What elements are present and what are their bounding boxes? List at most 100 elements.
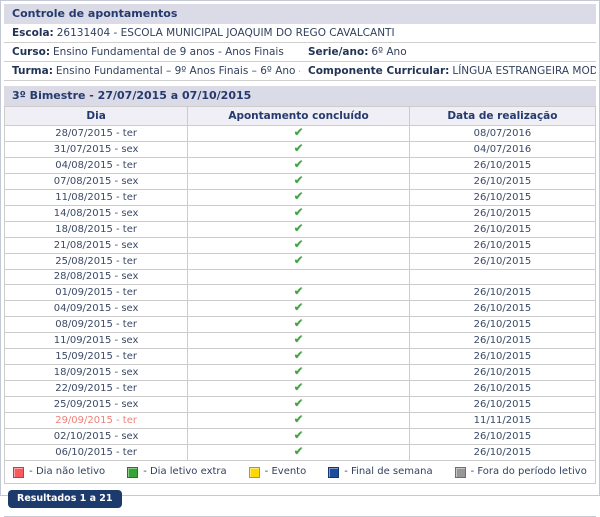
escola-value: 26131404 - ESCOLA MUNICIPAL JOAQUIM DO R… bbox=[57, 27, 395, 39]
status-cell: ✔ bbox=[188, 397, 410, 413]
day-cell: 06/10/2015 - ter bbox=[5, 445, 188, 461]
check-icon: ✔ bbox=[293, 143, 303, 154]
table-row: 11/08/2015 - ter✔26/10/2015 bbox=[5, 190, 596, 206]
curso-cell: Curso:Ensino Fundamental de 9 anos - Ano… bbox=[4, 43, 300, 62]
status-cell: ✔ bbox=[188, 174, 410, 190]
legend-swatch-fora-do-periodo bbox=[455, 467, 466, 478]
results-badge: Resultados 1 a 21 bbox=[8, 490, 122, 508]
turma-label: Turma: bbox=[12, 65, 53, 77]
day-cell: 15/09/2015 - ter bbox=[5, 349, 188, 365]
realization-date-cell: 26/10/2015 bbox=[409, 222, 595, 238]
status-cell: ✔ bbox=[188, 381, 410, 397]
realization-date-cell: 26/10/2015 bbox=[409, 285, 595, 301]
info-row-escola: Escola:26131404 - ESCOLA MUNICIPAL JOAQU… bbox=[4, 24, 596, 43]
componente-label: Componente Curricular: bbox=[308, 65, 449, 77]
check-icon: ✔ bbox=[293, 398, 303, 409]
day-cell: 25/08/2015 - ter bbox=[5, 254, 188, 270]
table-row: 15/09/2015 - ter✔26/10/2015 bbox=[5, 349, 596, 365]
day-cell: 14/08/2015 - sex bbox=[5, 206, 188, 222]
table-row: 21/08/2015 - sex✔26/10/2015 bbox=[5, 238, 596, 254]
col-header-dia: Dia bbox=[5, 107, 188, 126]
turma-value: Ensino Fundamental – 9º Anos Finais – 6º… bbox=[56, 65, 300, 77]
legend-item-dia-nao-letivo: - Dia não letivo bbox=[13, 466, 105, 478]
check-icon: ✔ bbox=[293, 446, 303, 457]
check-icon: ✔ bbox=[293, 159, 303, 170]
legend-cell: - Dia não letivo - Dia letivo extra - Even… bbox=[5, 461, 596, 484]
realization-date-cell: 26/10/2015 bbox=[409, 445, 595, 461]
content: Controle de apontamentos Escola:26131404… bbox=[4, 4, 596, 517]
col-header-apontamento: Apontamento concluído bbox=[188, 107, 410, 126]
check-icon: ✔ bbox=[293, 302, 303, 313]
check-icon: ✔ bbox=[293, 430, 303, 441]
status-cell: ✔ bbox=[188, 301, 410, 317]
realization-date-cell: 26/10/2015 bbox=[409, 158, 595, 174]
table-head: Dia Apontamento concluído Data de realiz… bbox=[5, 107, 596, 126]
legend-label: - Final de semana bbox=[344, 466, 432, 478]
table-row: 01/09/2015 - ter✔26/10/2015 bbox=[5, 285, 596, 301]
legend-item-dia-letivo-extra: - Dia letivo extra bbox=[127, 466, 226, 478]
day-cell: 01/09/2015 - ter bbox=[5, 285, 188, 301]
turma-cell: Turma:Ensino Fundamental – 9º Anos Finai… bbox=[4, 62, 300, 81]
legend-item-evento: - Evento bbox=[249, 466, 307, 478]
legend-item-final-de-semana: - Final de semana bbox=[328, 466, 432, 478]
legend-swatch-final-de-semana bbox=[328, 467, 339, 478]
check-icon: ✔ bbox=[293, 350, 303, 361]
check-icon: ✔ bbox=[293, 223, 303, 234]
check-icon: ✔ bbox=[293, 239, 303, 250]
legend-swatch-dia-letivo-extra bbox=[127, 467, 138, 478]
legend-label: - Dia letivo extra bbox=[143, 466, 226, 478]
escola-label: Escola: bbox=[12, 27, 54, 39]
table-row: 28/08/2015 - sex bbox=[5, 270, 596, 285]
legend-label: - Dia não letivo bbox=[29, 466, 105, 478]
status-cell: ✔ bbox=[188, 285, 410, 301]
legend-item-fora-do-periodo: - Fora do período letivo bbox=[455, 466, 587, 478]
realization-date-cell: 26/10/2015 bbox=[409, 206, 595, 222]
day-cell: 04/08/2015 - ter bbox=[5, 158, 188, 174]
status-cell: ✔ bbox=[188, 254, 410, 270]
realization-date-cell: 26/10/2015 bbox=[409, 301, 595, 317]
day-cell: 18/08/2015 - ter bbox=[5, 222, 188, 238]
legend-swatch-evento bbox=[249, 467, 260, 478]
realization-date-cell: 26/10/2015 bbox=[409, 365, 595, 381]
table-row: 14/08/2015 - sex✔26/10/2015 bbox=[5, 206, 596, 222]
day-cell: 04/09/2015 - sex bbox=[5, 301, 188, 317]
check-icon: ✔ bbox=[293, 175, 303, 186]
status-cell: ✔ bbox=[188, 142, 410, 158]
table-body: 28/07/2015 - ter✔08/07/201631/07/2015 - … bbox=[5, 126, 596, 461]
info-row-curso: Curso:Ensino Fundamental de 9 anos - Ano… bbox=[4, 43, 596, 62]
realization-date-cell: 26/10/2015 bbox=[409, 190, 595, 206]
realization-date-cell: 26/10/2015 bbox=[409, 174, 595, 190]
table-row: 08/09/2015 - ter✔26/10/2015 bbox=[5, 317, 596, 333]
check-icon: ✔ bbox=[293, 366, 303, 377]
legend-label: - Fora do período letivo bbox=[471, 466, 587, 478]
table-row: 22/09/2015 - ter✔26/10/2015 bbox=[5, 381, 596, 397]
day-cell: 28/08/2015 - sex bbox=[5, 270, 188, 285]
table-row: 25/09/2015 - sex✔26/10/2015 bbox=[5, 397, 596, 413]
table-row: 28/07/2015 - ter✔08/07/2016 bbox=[5, 126, 596, 142]
check-icon: ✔ bbox=[293, 318, 303, 329]
serie-cell: Serie/ano:6º Ano bbox=[300, 43, 596, 62]
legend: - Dia não letivo - Dia letivo extra - Even… bbox=[7, 466, 593, 478]
status-cell: ✔ bbox=[188, 222, 410, 238]
realization-date-cell: 26/10/2015 bbox=[409, 333, 595, 349]
realization-date-cell: 26/10/2015 bbox=[409, 317, 595, 333]
table-row: 04/08/2015 - ter ✔ 26/10/2015 bbox=[5, 158, 596, 174]
day-cell: 22/09/2015 - ter bbox=[5, 381, 188, 397]
realization-date-cell: 26/10/2015 bbox=[409, 238, 595, 254]
status-cell: ✔ bbox=[188, 429, 410, 445]
status-cell: ✔ bbox=[188, 413, 410, 429]
curso-label: Curso: bbox=[12, 46, 50, 58]
status-cell: ✔ bbox=[188, 349, 410, 365]
check-icon: ✔ bbox=[293, 255, 303, 266]
check-icon: ✔ bbox=[293, 334, 303, 345]
status-cell bbox=[188, 270, 410, 285]
realization-date-cell: 26/10/2015 bbox=[409, 397, 595, 413]
realization-date-cell bbox=[409, 270, 595, 285]
legend-label: - Evento bbox=[265, 466, 307, 478]
info-row-turma: Turma:Ensino Fundamental – 9º Anos Finai… bbox=[4, 62, 596, 81]
table-row: 06/10/2015 - ter ✔ 26/10/2015 bbox=[5, 445, 596, 461]
col-header-data-realizacao: Data de realização bbox=[409, 107, 595, 126]
legend-swatch-dia-nao-letivo bbox=[13, 467, 24, 478]
status-cell: ✔ bbox=[188, 126, 410, 142]
header-row: Dia Apontamento concluído Data de realiz… bbox=[5, 107, 596, 126]
